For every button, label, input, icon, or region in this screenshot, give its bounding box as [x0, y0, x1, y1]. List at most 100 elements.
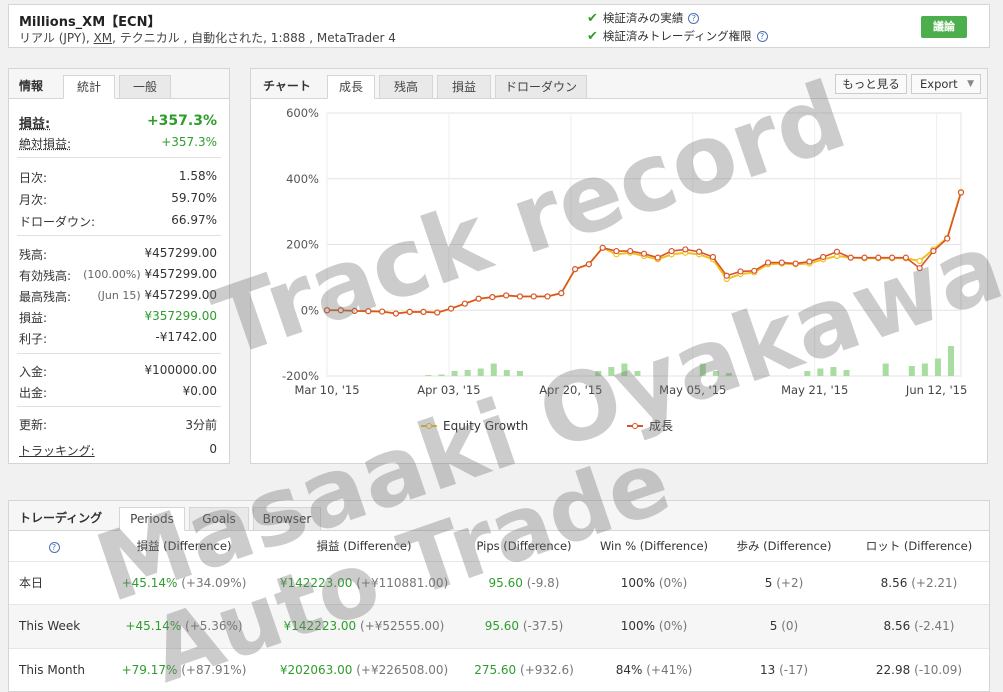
win-cell: 100% (0%)	[589, 604, 719, 648]
tab-profit[interactable]: 損益	[437, 75, 491, 99]
info-panel: 情報 統計 一般 損益: +357.3% 絶対損益: +357.3% 日次: 1…	[8, 68, 230, 464]
col-header-pct: 損益 (Difference)	[136, 538, 232, 553]
pct-value: +79.17%	[121, 663, 178, 677]
growth-point	[875, 254, 882, 261]
x-tick-label: Apr 20, '15	[539, 383, 602, 397]
balance-label: 残高:	[19, 248, 48, 262]
col-header-help[interactable]: ?	[9, 531, 99, 561]
pnl-value: ¥357299.00	[144, 309, 217, 323]
volume-bar	[451, 371, 458, 376]
broker-link[interactable]: XM	[94, 31, 113, 45]
trades-value: 5	[769, 619, 778, 634]
help-icon[interactable]: ?	[756, 30, 768, 42]
amount-cell: ¥202063.00 (+¥226508.00)	[269, 647, 459, 692]
growth-point	[337, 307, 344, 314]
pips-cell: 95.60 (-9.8)	[459, 560, 589, 605]
more-button[interactable]: もっと見る	[835, 74, 907, 94]
trading-title: トレーディング	[19, 511, 103, 525]
balance-value: ¥457299.00	[144, 246, 217, 260]
interest-label: 利子:	[19, 332, 48, 346]
col-header-pips: Pips (Difference)	[476, 538, 572, 553]
growth-chart[interactable]: 600% 400% 200% 0% -200%Mar 10, '15 Apr 03, '1…	[251, 100, 987, 464]
deposit-label: 入金:	[19, 365, 48, 379]
volume-bar	[699, 363, 706, 376]
divider	[17, 235, 221, 236]
withdraw-label: 出金:	[19, 386, 48, 400]
growth-point	[833, 248, 841, 255]
amount-value: ¥142223.00	[283, 619, 357, 634]
amount-cell: ¥142223.00 (+¥52555.00)	[269, 604, 459, 648]
growth-point	[351, 307, 358, 315]
pct-diff: (+34.09%)	[181, 575, 247, 590]
pips-value: 95.60	[488, 575, 523, 590]
growth-point	[764, 259, 772, 266]
pct-value: +45.14%	[121, 575, 178, 590]
volume-bar	[804, 371, 811, 376]
volume-bar	[477, 368, 484, 376]
tab-general[interactable]: 一般	[119, 75, 171, 99]
volume-bar	[882, 363, 889, 376]
growth-point	[599, 244, 606, 251]
period-label: This Month	[19, 663, 85, 677]
tracking-link[interactable]: トラッキング:	[19, 442, 95, 459]
pct-diff: (+87.91%)	[181, 663, 247, 677]
trades-cell: 5 (+2)	[719, 560, 849, 605]
growth-point	[379, 308, 386, 315]
pips-value: 275.60	[474, 663, 517, 677]
tab-goals[interactable]: Goals	[189, 507, 249, 531]
help-icon[interactable]: ?	[688, 12, 700, 24]
export-button[interactable]: Export ▼	[911, 74, 981, 94]
tab-browser[interactable]: Browser	[253, 507, 321, 531]
period-cell: This Month	[9, 647, 99, 692]
tab-balance[interactable]: 残高	[379, 75, 433, 99]
growth-point	[778, 259, 785, 266]
amount-cell: ¥142223.00 (+¥110881.00)	[269, 560, 459, 605]
tab-stats[interactable]: 統計	[63, 75, 115, 99]
volume-bar	[490, 363, 497, 376]
y-tick-label: 0%	[301, 303, 319, 317]
growth-point	[751, 267, 758, 274]
growth-point	[503, 292, 510, 299]
equity-value: ¥457299.00	[144, 267, 217, 281]
export-label: Export	[920, 77, 958, 91]
trades-diff: (+2)	[776, 575, 804, 590]
help-icon[interactable]: ?	[48, 541, 60, 553]
divider	[17, 353, 221, 354]
growth-point	[420, 308, 427, 315]
discussion-button[interactable]: 議論	[921, 16, 967, 38]
tab-periods[interactable]: Periods	[119, 507, 185, 531]
win-value: 84%	[615, 663, 643, 677]
trades-diff: (-17)	[779, 663, 809, 677]
amount-diff: (+¥226508.00)	[356, 663, 449, 677]
pips-diff: (+932.6)	[520, 663, 574, 677]
growth-point	[627, 247, 634, 255]
period-cell: 本日	[9, 560, 99, 605]
verified-track-record-label: 検証済みの実績	[602, 11, 684, 25]
chart-title: チャート	[263, 79, 311, 93]
growth-point	[930, 247, 937, 255]
growth-point	[406, 308, 413, 315]
chart-panel: チャート 成長 残高 損益 ドローダウン もっと見る Export ▼ 600%…	[250, 68, 988, 464]
tab-growth[interactable]: 成長	[327, 75, 375, 99]
verified-trading-label: 検証済みトレーディング権限	[602, 29, 752, 43]
lots-diff: (-2.41)	[914, 619, 955, 634]
periods-table: ? 損益 (Difference) 損益 (Difference) Pips (…	[9, 531, 989, 692]
deposit-value: ¥100000.00	[144, 363, 217, 377]
volume-bar	[621, 363, 628, 376]
lots-diff: (-10.09)	[914, 663, 963, 677]
verified-track-record: ✔ 検証済みの実績 ?	[587, 10, 700, 26]
growth-point	[475, 295, 482, 302]
growth-point	[737, 268, 744, 275]
monthly-label: 月次:	[19, 193, 48, 207]
tab-drawdown[interactable]: ドローダウン	[495, 75, 587, 99]
volume-bar	[438, 374, 445, 376]
col-header-trades: 歩み (Difference)	[736, 538, 832, 553]
pnl-label: 損益:	[19, 311, 48, 325]
lots-cell: 22.98 (-10.09)	[849, 647, 989, 692]
pips-cell: 275.60 (+932.6)	[459, 647, 589, 692]
x-tick-label: Jun 12, '15	[905, 383, 967, 397]
account-name: Millions_XM【ECN】	[19, 15, 161, 30]
legend-label: Equity Growth	[443, 419, 528, 433]
growth-point	[957, 189, 965, 196]
lots-cell: 8.56 (+2.21)	[849, 560, 989, 605]
